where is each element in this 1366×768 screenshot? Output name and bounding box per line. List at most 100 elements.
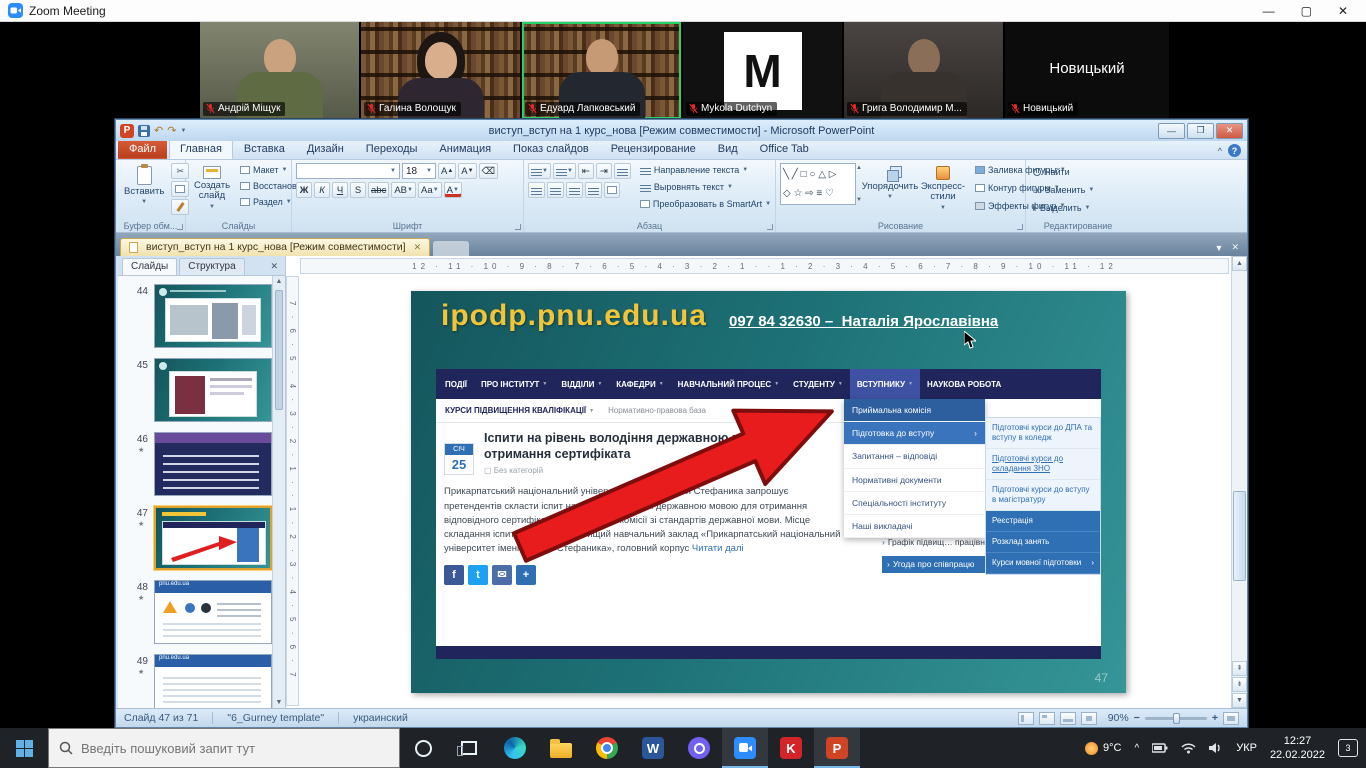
maximize-button[interactable]: ▢ <box>1301 4 1312 18</box>
numbering-button[interactable]: ▼ <box>553 163 576 179</box>
new-slide-button[interactable]: Создать слайд▼ <box>190 163 234 213</box>
change-case-button[interactable]: Аа▼ <box>418 182 442 198</box>
chrome-button[interactable] <box>584 728 630 768</box>
fit-to-window-button[interactable] <box>1223 712 1239 725</box>
align-center-button[interactable] <box>547 182 564 198</box>
redo-button[interactable]: ↷ <box>167 124 176 137</box>
font-name-combo[interactable]: ▼ <box>296 163 400 179</box>
clipboard-dialog-launcher[interactable] <box>177 224 183 230</box>
bullets-button[interactable]: ▼ <box>528 163 551 179</box>
slide-scrollbar[interactable]: ▲ ⇞ ⇟ ▼ <box>1231 256 1247 708</box>
strikethrough-button[interactable]: abc <box>368 182 389 198</box>
slide-thumbnail-48[interactable]: pnu.edu.ua <box>154 580 272 644</box>
tab-view[interactable]: Вид <box>707 140 749 159</box>
zoom-out-button[interactable]: − <box>1134 712 1140 724</box>
quick-styles-button[interactable]: Экспресс-стили▼ <box>918 163 968 214</box>
tab-file[interactable]: Файл <box>118 140 167 159</box>
tab-list-dropdown-icon[interactable]: ▼ <box>1215 243 1224 253</box>
tab-design[interactable]: Дизайн <box>296 140 355 159</box>
select-button[interactable]: Выделить▼ <box>1030 201 1126 215</box>
arrange-button[interactable]: Упорядочить▼ <box>866 163 914 204</box>
new-document-tab-stub[interactable] <box>433 241 469 256</box>
italic-button[interactable]: К <box>314 182 330 198</box>
drawing-dialog-launcher[interactable] <box>1017 224 1023 230</box>
slide-contact-line[interactable]: 097 84 32630 – Наталія Ярославівна <box>729 313 1109 330</box>
paste-button[interactable]: Вставить▼ <box>120 163 168 215</box>
search-input[interactable] <box>81 741 361 756</box>
slides-panel-scrollbar[interactable]: ▲ ▼ <box>272 276 285 708</box>
task-view-button[interactable] <box>446 728 492 768</box>
notification-center-button[interactable]: 3 <box>1338 739 1358 757</box>
tab-slideshow[interactable]: Показ слайдов <box>502 140 600 159</box>
columns-button[interactable] <box>604 182 620 198</box>
participant-video[interactable]: Андрій Міщук <box>200 22 360 119</box>
file-explorer-button[interactable] <box>538 728 584 768</box>
word-button[interactable]: W <box>630 728 676 768</box>
tab-office-tab[interactable]: Office Tab <box>749 140 820 159</box>
participant-video[interactable]: Грига Володимир М... <box>844 22 1004 119</box>
save-icon[interactable] <box>138 125 150 137</box>
cortana-button[interactable] <box>400 728 446 768</box>
ppt-minimize-button[interactable]: — <box>1158 123 1185 139</box>
taskbar-search[interactable] <box>48 728 400 768</box>
slides-tab[interactable]: Слайды <box>122 258 177 275</box>
start-button[interactable] <box>0 728 48 768</box>
weather-widget[interactable]: 9°C <box>1085 742 1121 755</box>
slideshow-button[interactable] <box>1081 712 1097 725</box>
underline-button[interactable]: Ч <box>332 182 348 198</box>
battery-icon[interactable] <box>1152 742 1168 754</box>
normal-view-button[interactable] <box>1018 712 1034 725</box>
tab-home[interactable]: Главная <box>169 140 233 159</box>
website-screenshot[interactable]: ПОДІЇ ПРО ІНСТИТУТ▼ ВІДДІЛИ▼ КАФЕДРИ▼ НА… <box>436 369 1101 659</box>
text-shadow-button[interactable]: S <box>350 182 366 198</box>
scroll-down-icon[interactable]: ▼ <box>1232 693 1247 708</box>
tray-overflow-chevron-icon[interactable]: ^ <box>1135 743 1140 754</box>
volume-icon[interactable] <box>1209 742 1223 754</box>
tab-transitions[interactable]: Переходы <box>355 140 429 159</box>
kmplayer-button[interactable]: K <box>768 728 814 768</box>
tab-insert[interactable]: Вставка <box>233 140 296 159</box>
participant-video[interactable]: Едуард Лапковський <box>522 22 682 119</box>
powerpoint-taskbar-button[interactable]: P <box>814 728 860 768</box>
viber-button[interactable] <box>676 728 722 768</box>
font-dialog-launcher[interactable] <box>515 224 521 230</box>
close-button[interactable]: ✕ <box>1338 4 1348 18</box>
previous-slide-button[interactable]: ⇞ <box>1232 661 1247 676</box>
align-right-button[interactable] <box>566 182 583 198</box>
scroll-up-icon[interactable]: ▲ <box>1232 256 1247 271</box>
participant-video[interactable]: Галина Волощук <box>361 22 521 119</box>
scrollbar-thumb[interactable] <box>1233 491 1246 581</box>
slide-title-url[interactable]: ipodp.pnu.edu.ua <box>441 299 707 333</box>
slide-thumbnail-49[interactable]: pnu.edu.ua <box>154 654 272 708</box>
slide-thumbnail-47[interactable] <box>154 506 272 570</box>
align-text-button[interactable]: Выровнять текст▼ <box>637 180 774 194</box>
justify-button[interactable] <box>585 182 602 198</box>
outline-tab[interactable]: Структура <box>179 258 244 275</box>
participant-video[interactable]: Новицький Новицький <box>1005 22 1170 119</box>
document-tab-close-icon[interactable]: ✕ <box>414 242 422 253</box>
zoom-in-button[interactable]: + <box>1212 712 1218 724</box>
convert-smartart-button[interactable]: Преобразовать в SmartArt▼ <box>637 197 774 211</box>
bold-button[interactable]: Ж <box>296 182 312 198</box>
increase-indent-button[interactable]: ⇥ <box>596 163 612 179</box>
line-spacing-button[interactable] <box>614 163 631 179</box>
zoom-slider[interactable] <box>1145 717 1207 720</box>
ppt-close-button[interactable]: ✕ <box>1216 123 1243 139</box>
taskbar-clock[interactable]: 12:27 22.02.2022 <box>1270 734 1325 763</box>
slide-thumbnail-44[interactable] <box>154 284 272 348</box>
slide-thumbnail-45[interactable] <box>154 358 272 422</box>
slide-thumbnail-46[interactable] <box>154 432 272 496</box>
edge-button[interactable] <box>492 728 538 768</box>
network-icon[interactable] <box>1181 742 1196 754</box>
language-indicator[interactable]: украинский <box>353 712 408 724</box>
minimize-button[interactable]: — <box>1263 4 1275 18</box>
text-direction-button[interactable]: Направление текста▼ <box>637 163 774 177</box>
keyboard-language[interactable]: УКР <box>1236 742 1257 754</box>
minimize-ribbon-button[interactable]: ^ <box>1218 146 1222 156</box>
undo-button[interactable]: ↶ <box>154 124 163 137</box>
next-slide-button[interactable]: ⇟ <box>1232 677 1247 692</box>
paragraph-dialog-launcher[interactable] <box>767 224 773 230</box>
shrink-font-button[interactable]: А▼ <box>458 163 476 179</box>
shapes-gallery[interactable]: ╲ ╱ □ ○ △ ▷ ◇ ☆ ⇨ ≡ ♡ <box>780 163 856 205</box>
decrease-indent-button[interactable]: ⇤ <box>578 163 594 179</box>
